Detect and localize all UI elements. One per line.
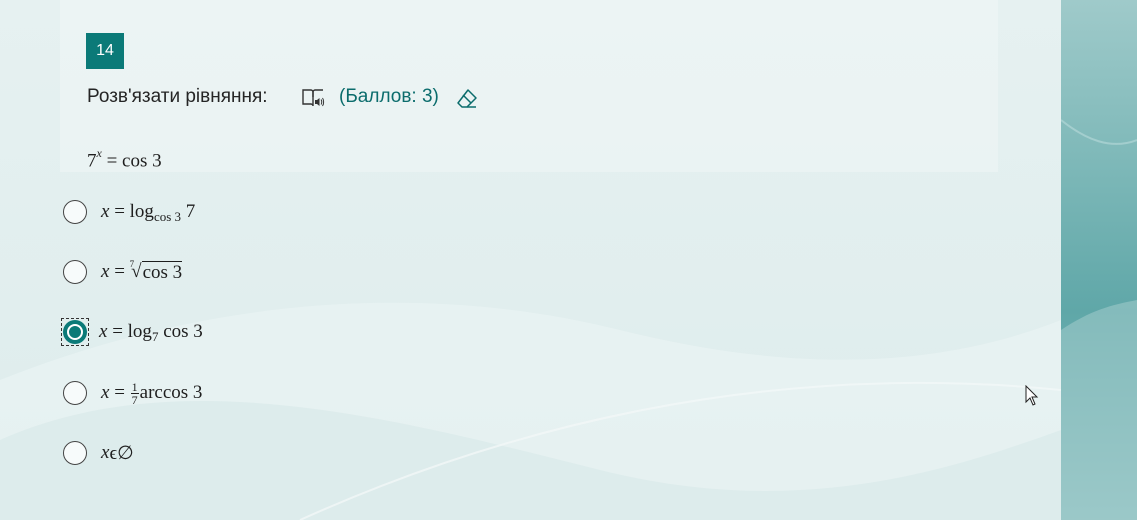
answer-option-3[interactable]: x = log 7 cos 3 <box>61 317 203 347</box>
radio-selected-dot <box>67 324 83 340</box>
option-eq: = <box>114 261 125 282</box>
radio-focus-ring[interactable] <box>61 318 89 346</box>
question-number-badge: 14 <box>86 33 124 69</box>
option-eq: = <box>114 201 125 222</box>
decorative-side-panel <box>1061 0 1137 520</box>
option-eq: = <box>112 321 123 342</box>
equation: 7x = cos 3 <box>87 146 162 172</box>
option-subscript: 7 <box>151 329 159 344</box>
option-var: x <box>101 201 110 222</box>
option-eq: = <box>114 382 125 403</box>
option-func: log <box>129 201 154 222</box>
radio-button-3-selected[interactable] <box>63 320 87 344</box>
equation-rhs: = cos 3 <box>106 150 162 172</box>
option-arg: 7 <box>185 201 196 222</box>
points-label: (Баллов: 3) <box>339 86 439 107</box>
mouse-cursor-icon <box>1025 385 1039 406</box>
option-radicand: cos 3 <box>141 260 183 283</box>
option-var: x <box>101 261 110 282</box>
answer-option-1[interactable]: x = log cos 3 7 <box>62 197 195 227</box>
answer-option-2[interactable]: x = 7 √ cos 3 <box>62 257 183 287</box>
fraction-numerator: 1 <box>131 379 138 394</box>
option-subscript: cos 3 <box>153 209 182 224</box>
immersive-reader-icon[interactable] <box>301 87 325 109</box>
fraction: 1 7 <box>130 379 139 407</box>
equation-base: 7 <box>87 150 97 172</box>
option-arg: cos 3 <box>163 321 203 342</box>
fraction-denominator: 7 <box>131 392 138 407</box>
option-var: x <box>101 382 110 403</box>
radio-button-2[interactable] <box>63 260 87 284</box>
option-var: x <box>101 442 110 463</box>
equation-exponent: x <box>96 146 102 160</box>
radio-button-5[interactable] <box>63 441 87 465</box>
option-rest: arccos 3 <box>139 382 203 403</box>
answer-option-4[interactable]: x = 1 7 arccos 3 <box>62 378 202 408</box>
eraser-icon[interactable] <box>455 86 479 110</box>
option-symbol: ϵ∅ <box>109 442 134 464</box>
option-func: log <box>127 321 152 342</box>
radio-button-4[interactable] <box>63 381 87 405</box>
question-title: Розв'язати рівняння: <box>87 86 268 107</box>
radio-button-1[interactable] <box>63 200 87 224</box>
option-var: x <box>99 321 108 342</box>
answer-option-5[interactable]: x ϵ∅ <box>62 438 134 468</box>
root-index: 7 <box>129 259 135 269</box>
